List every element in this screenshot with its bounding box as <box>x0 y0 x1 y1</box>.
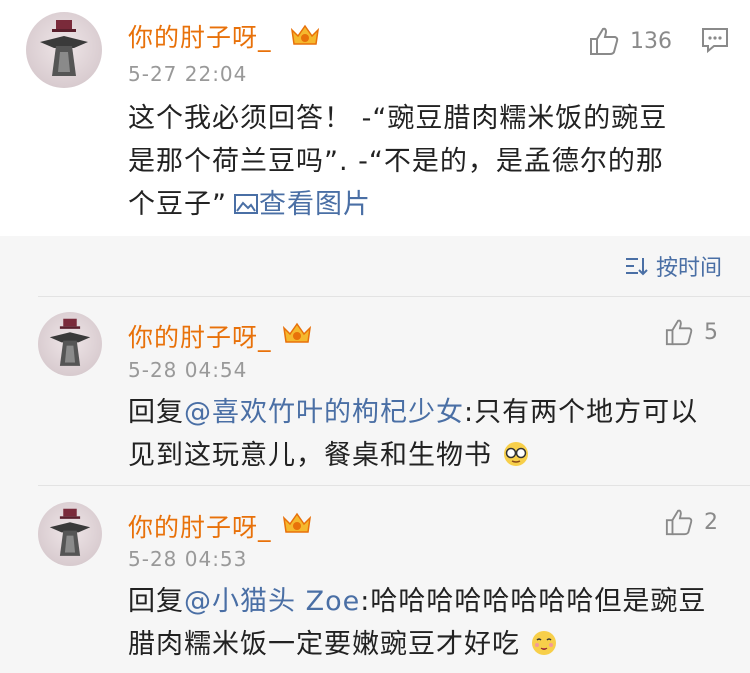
emoji-drool-icon <box>531 631 556 655</box>
reply-time: 5-28 04:53 <box>128 547 248 571</box>
reply-time: 5-28 04:54 <box>128 358 248 382</box>
comment-line-1: 这个我必须回答！ -“豌豆腊肉糯米饭的豌豆 <box>128 103 668 134</box>
reply-like-count: 5 <box>704 319 718 345</box>
comment-line-2: 是那个荷兰豆吗”. -“不是的，是孟德尔的那 <box>128 146 664 177</box>
reply-line-2: 腊肉糯米饭一定要嫩豌豆才好吃 <box>128 623 728 666</box>
reply-line-1-text: :只有两个地方可以 <box>464 397 699 428</box>
sort-toggle[interactable]: 按时间 <box>624 250 722 282</box>
comment-line-3: 个豆子” 查看图片 <box>128 183 728 226</box>
like-button[interactable]: 136 <box>588 26 672 56</box>
reply-username[interactable]: 你的肘子呀_ <box>128 508 272 544</box>
avatar-image <box>49 508 91 556</box>
emoji-glasses-icon <box>503 442 528 466</box>
view-image-label: 查看图片 <box>259 189 371 220</box>
reply-like-count: 2 <box>704 509 718 535</box>
reply-prefix: 回复 <box>128 586 184 617</box>
main-comment: 你的肘子呀_ 5-27 22:04 136 这个我必须回答！ -“豌豆腊肉糯米饭… <box>0 0 750 236</box>
like-count: 136 <box>630 28 672 54</box>
reply-username[interactable]: 你的肘子呀_ <box>128 318 272 354</box>
sort-icon <box>625 258 648 276</box>
reply-line-2: 见到这玩意儿，餐桌和生物书 <box>128 434 728 477</box>
comment-time: 5-27 22:04 <box>128 62 248 86</box>
reply-line-1-text: :哈哈哈哈哈哈哈哈但是豌豆 <box>360 586 707 617</box>
reply-avatar[interactable] <box>38 502 102 566</box>
vip-crown-icon <box>282 322 312 343</box>
reply-line-1: 回复@喜欢竹叶的枸杞少女:只有两个地方可以 <box>128 391 728 434</box>
reply-line-2-text: 见到这玩意儿，餐桌和生物书 <box>128 440 492 471</box>
reply-like-button[interactable]: 2 <box>664 508 718 536</box>
comment-line-3-text: 个豆子” <box>128 189 227 220</box>
comment-text: 这个我必须回答！ -“豌豆腊肉糯米饭的豌豆 是那个荷兰豆吗”. -“不是的，是孟… <box>128 97 728 226</box>
avatar-image <box>40 20 88 76</box>
reply-text: 回复@小猫头 Zoe:哈哈哈哈哈哈哈哈但是豌豆 腊肉糯米饭一定要嫩豌豆才好吃 <box>128 580 728 666</box>
user-avatar[interactable] <box>26 12 102 88</box>
thumbs-up-icon <box>665 319 693 346</box>
divider <box>38 485 750 486</box>
username[interactable]: 你的肘子呀_ <box>128 18 272 54</box>
reply-prefix: 回复 <box>128 397 184 428</box>
sort-label: 按时间 <box>655 256 722 281</box>
image-icon <box>234 194 258 214</box>
reply-avatar[interactable] <box>38 312 102 376</box>
divider <box>38 296 750 297</box>
vip-crown-icon <box>290 24 320 45</box>
mention-link[interactable]: @小猫头 Zoe <box>184 586 360 617</box>
mention-link[interactable]: @喜欢竹叶的枸杞少女 <box>184 397 464 428</box>
comment-icon[interactable] <box>700 26 730 54</box>
reply-line-2-text: 腊肉糯米饭一定要嫩豌豆才好吃 <box>128 629 520 660</box>
vip-crown-icon <box>282 512 312 533</box>
reply-line-1: 回复@小猫头 Zoe:哈哈哈哈哈哈哈哈但是豌豆 <box>128 580 728 623</box>
reply-text: 回复@喜欢竹叶的枸杞少女:只有两个地方可以 见到这玩意儿，餐桌和生物书 <box>128 391 728 477</box>
reply-like-button[interactable]: 5 <box>664 318 718 346</box>
thumbs-up-icon <box>590 27 619 55</box>
avatar-image <box>49 318 91 366</box>
view-image-link[interactable]: 查看图片 <box>233 189 371 220</box>
thumbs-up-icon <box>665 509 693 536</box>
